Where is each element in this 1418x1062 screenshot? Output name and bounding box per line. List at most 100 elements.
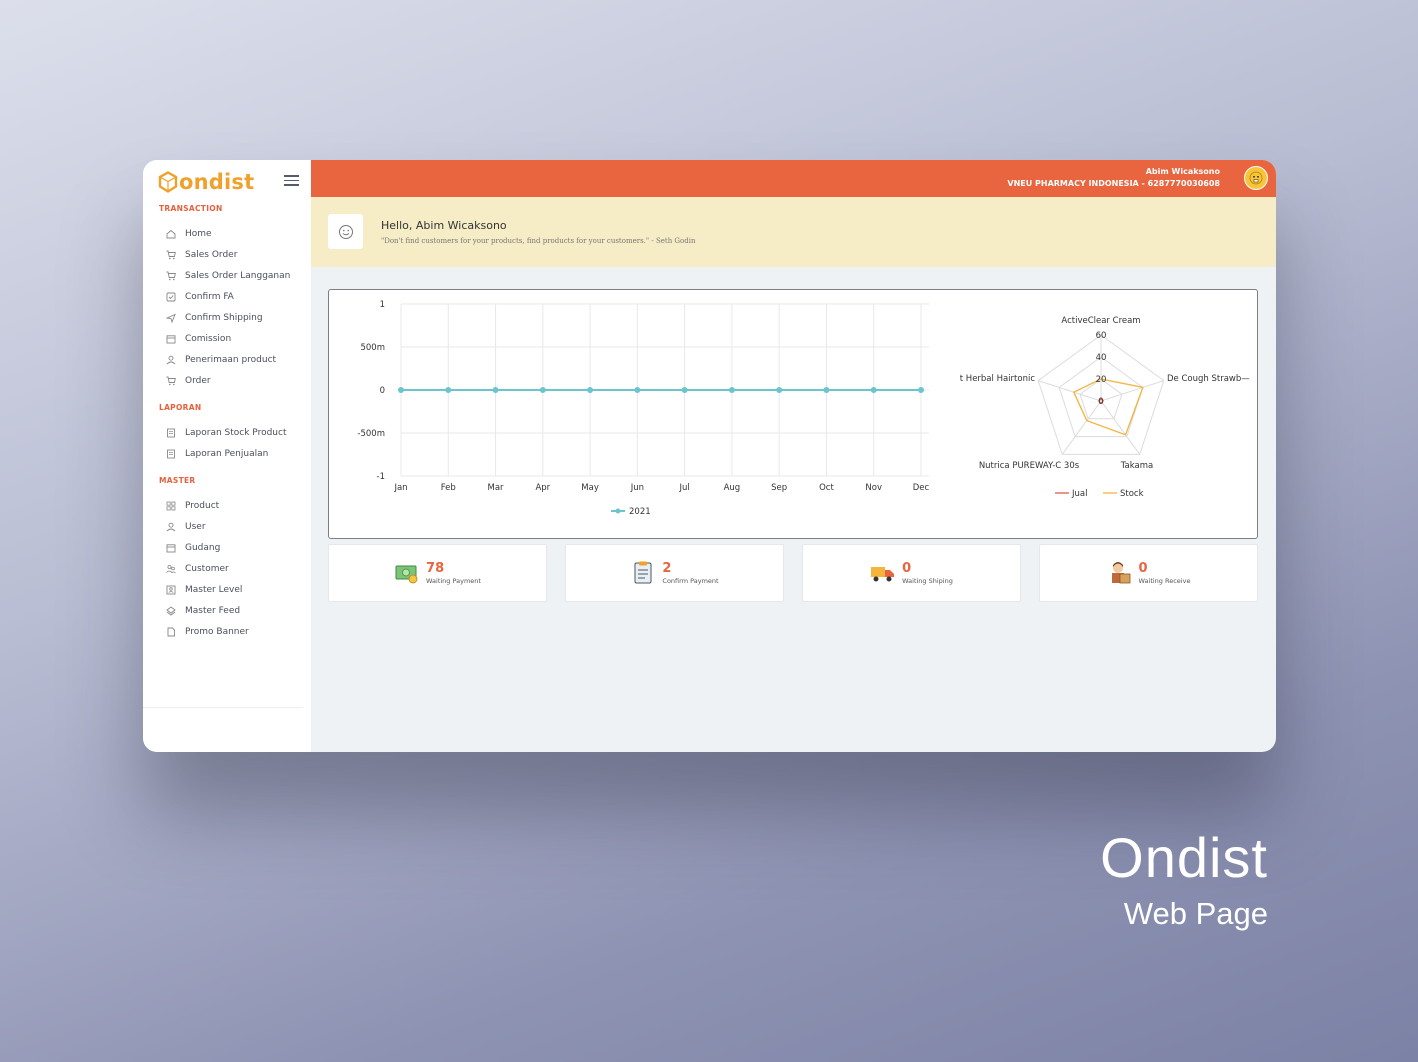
x-tick-label: Feb xyxy=(441,483,456,493)
y-tick-label: 1 xyxy=(380,300,385,310)
stat-value: 0 xyxy=(902,560,912,576)
data-point xyxy=(634,387,641,393)
topbar: Abim Wicaksono VNEU PHARMACY INDONESIA -… xyxy=(311,160,1276,197)
y-tick-label: -1 xyxy=(377,472,385,482)
calendar-icon xyxy=(166,334,176,344)
logo-cube-icon xyxy=(158,171,178,193)
stat-label: Waiting Payment xyxy=(426,576,481,585)
sidebar-item-label: Comission xyxy=(185,333,232,344)
sidebar-item-user[interactable]: User xyxy=(143,516,311,537)
x-tick-label: Jul xyxy=(679,483,690,493)
greeting-title: Hello, Abim Wicaksono xyxy=(381,219,507,232)
users-icon xyxy=(166,564,176,574)
logo[interactable]: ondist xyxy=(158,170,254,194)
stat-value: 2 xyxy=(662,560,672,576)
y-tick-label: -500m xyxy=(357,429,385,439)
clipboard-icon xyxy=(630,560,656,586)
data-point xyxy=(587,387,594,393)
sidebar-item-label: Home xyxy=(185,228,212,239)
avatar[interactable] xyxy=(1244,166,1268,190)
greeting-banner: Hello, Abim Wicaksono "Don't find custom… xyxy=(311,197,1276,267)
cart-icon xyxy=(166,250,176,260)
sidebar-item-confirm-fa[interactable]: Confirm FA xyxy=(143,286,311,307)
radar-tick-label: 20 xyxy=(1096,375,1107,385)
stat-card-waiting-receive[interactable]: 0 Waiting Receive xyxy=(1039,544,1258,602)
sidebar-item-label: Order xyxy=(185,375,211,386)
radar-axis-label: t Herbal Hairtonic xyxy=(960,374,1036,384)
sidebar-item-label: Gudang xyxy=(185,542,221,553)
x-tick-label: Oct xyxy=(819,483,834,493)
sidebar-item-confirm-shipping[interactable]: Confirm Shipping xyxy=(143,307,311,328)
radar-axis-label: ActiveClear Cream xyxy=(1061,316,1140,326)
user-icon xyxy=(166,522,176,532)
sidebar-item-product[interactable]: Product xyxy=(143,495,311,516)
x-tick-label: Sep xyxy=(771,483,787,493)
sidebar-item-order[interactable]: Order xyxy=(143,370,311,391)
sidebar-item-laporan-stock-product[interactable]: Laporan Stock Product xyxy=(143,422,311,443)
sidebar-item-promo-banner[interactable]: Promo Banner xyxy=(143,621,311,642)
sidebar-item-master-feed[interactable]: Master Feed xyxy=(143,600,311,621)
stat-label: Confirm Payment xyxy=(662,576,719,585)
truck-icon xyxy=(870,560,896,586)
legend-label: 2021 xyxy=(629,507,651,517)
product-radar-chart: 60 40 20 0 ActiveClear Cream De Cough Strawb—… xyxy=(960,316,1250,499)
sidebar-item-master-level[interactable]: Master Level xyxy=(143,579,311,600)
user-icon xyxy=(166,355,176,365)
radar-tick-label: 60 xyxy=(1096,331,1107,341)
sidebar-item-home[interactable]: Home xyxy=(143,223,311,244)
cart-icon xyxy=(166,271,176,281)
layers-icon xyxy=(166,605,176,616)
stat-value: 0 xyxy=(1138,560,1148,576)
radar-axis-label: Nutrica PUREWAY-C 30s xyxy=(979,461,1080,471)
stat-card-waiting-payment[interactable]: 78 Waiting Payment xyxy=(328,544,547,602)
sidebar-item-label: Product xyxy=(185,500,220,511)
id-card-icon xyxy=(166,585,176,595)
stat-card-confirm-payment[interactable]: 2 Confirm Payment xyxy=(565,544,784,602)
data-point xyxy=(870,387,877,393)
caption-subtitle: Web Page xyxy=(1123,896,1268,931)
report-icon xyxy=(166,428,176,438)
caption: Ondist Web Page xyxy=(1100,825,1268,932)
calendar-icon xyxy=(166,543,176,553)
stats-row: 78 Waiting Payment 2 Confirm Payment 0 Waitin… xyxy=(328,544,1258,602)
sidebar-item-label: Sales Order xyxy=(185,249,238,260)
section-title-master: MASTER xyxy=(159,476,196,485)
menu-toggle-icon[interactable] xyxy=(284,175,299,186)
x-tick-label: Aug xyxy=(724,483,741,493)
section-title-transaction: TRANSACTION xyxy=(159,204,223,213)
sidebar-item-sales-order-langganan[interactable]: Sales Order Langganan xyxy=(143,265,311,286)
sidebar-item-label: Customer xyxy=(185,563,229,574)
legend-label: Stock xyxy=(1120,489,1144,499)
sidebar-item-laporan-penjualan[interactable]: Laporan Penjualan xyxy=(143,443,311,464)
sidebar-item-comission[interactable]: Comission xyxy=(143,328,311,349)
smile-icon xyxy=(328,214,363,249)
data-point xyxy=(728,387,735,393)
brand: ondist xyxy=(143,160,311,204)
chart-card: 1 500m 0 -500m -1 Jan Feb Mar Apr May Jun Jul Aug Sep… xyxy=(328,289,1258,539)
radar-spoke xyxy=(1100,380,1164,402)
sidebar-item-label: Master Level xyxy=(185,584,243,595)
sidebar-item-label: Confirm Shipping xyxy=(185,312,263,323)
stat-card-waiting-shiping[interactable]: 0 Waiting Shiping xyxy=(802,544,1021,602)
send-icon xyxy=(166,313,176,323)
data-point xyxy=(681,387,688,393)
logo-text: ondist xyxy=(179,170,255,194)
check-square-icon xyxy=(166,292,176,302)
sidebar-item-penerimaan-product[interactable]: Penerimaan product xyxy=(143,349,311,370)
app-window: ondist TRANSACTION Home Sales Order Sales O… xyxy=(143,160,1276,752)
user-info[interactable]: Abim Wicaksono VNEU PHARMACY INDONESIA -… xyxy=(1007,167,1220,188)
legend-marker xyxy=(615,508,621,514)
section-title-laporan: LAPORAN xyxy=(159,403,202,412)
sales-line-chart: 1 500m 0 -500m -1 Jan Feb Mar Apr May Jun Jul Aug Sep… xyxy=(357,300,929,517)
sidebar-item-sales-order[interactable]: Sales Order xyxy=(143,244,311,265)
sidebar-item-customer[interactable]: Customer xyxy=(143,558,311,579)
data-point xyxy=(445,387,452,393)
radar-tick-label: 0 xyxy=(1098,397,1103,407)
data-point xyxy=(539,387,546,393)
data-point xyxy=(776,387,783,393)
sidebar-item-label: Laporan Penjualan xyxy=(185,448,269,459)
sidebar-footer-divider xyxy=(143,707,303,708)
sidebar-item-gudang[interactable]: Gudang xyxy=(143,537,311,558)
home-icon xyxy=(166,229,176,239)
file-icon xyxy=(166,627,176,637)
